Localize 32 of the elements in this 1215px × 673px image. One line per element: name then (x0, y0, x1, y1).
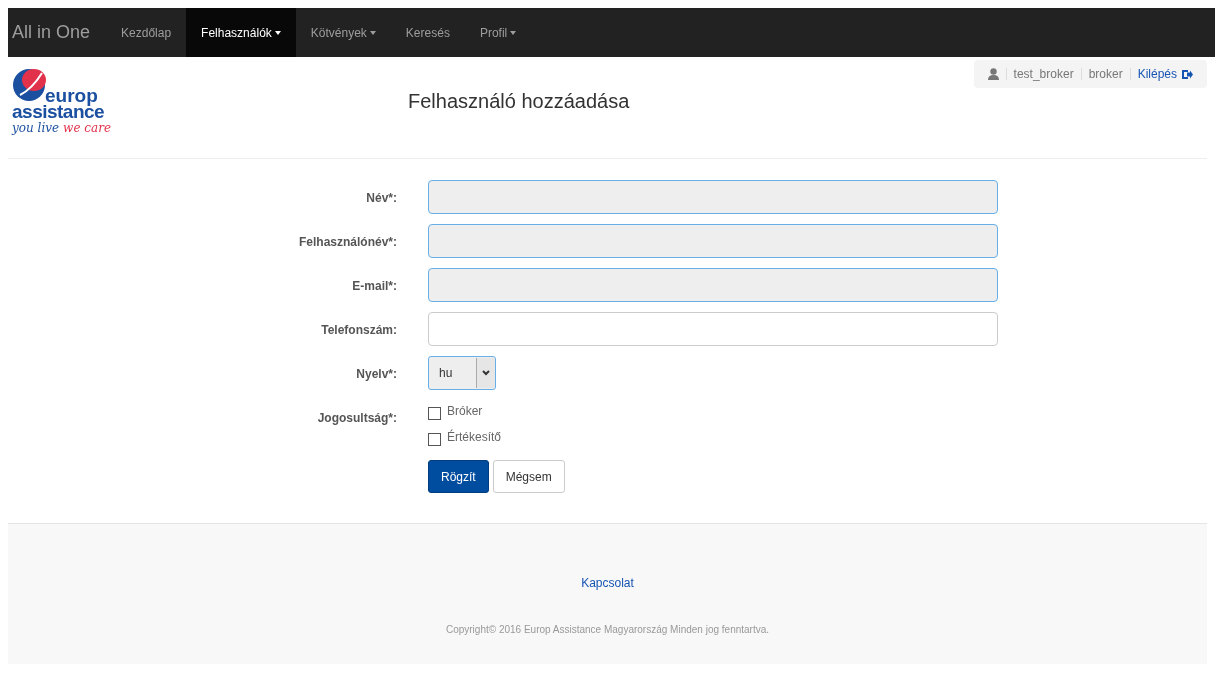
logout-link[interactable]: Kilépés (1137, 67, 1193, 81)
input-field[interactable] (428, 312, 998, 346)
field-label: E-mail*: (351, 278, 397, 295)
copyright-text: Copyright© 2016 Europ Assistance Magyarország Minden jog fenntartva. (445, 624, 770, 635)
checkbox-label: Bróker (447, 404, 483, 418)
nav-item[interactable]: Felhasználók (186, 8, 296, 57)
field-label: Jogosultság*: (316, 410, 397, 427)
logo-text: europ (45, 86, 98, 105)
field-label: Nyelv*: (355, 366, 397, 383)
nav-item[interactable]: Kezdőlap (106, 8, 187, 57)
app-brand[interactable]: All in One (8, 8, 107, 57)
checkbox-label: Értékesítő (447, 430, 502, 444)
checkbox[interactable] (428, 433, 441, 446)
chevron-down-icon (482, 370, 490, 376)
language-select[interactable]: hu (428, 356, 496, 390)
nav-item[interactable]: Kötvények (295, 8, 391, 57)
logout-icon (1181, 68, 1193, 80)
field-label: Telefonszám: (320, 322, 397, 339)
save-button[interactable]: Rögzít (428, 460, 489, 493)
username: test_broker (1013, 67, 1074, 81)
nav-item[interactable]: Profil (464, 8, 532, 57)
field-label: Név*: (365, 190, 397, 207)
page-title: Felhasználó hozzáadása (408, 90, 631, 113)
logo-tagline: you live (12, 121, 60, 135)
field-label: Felhasználónév*: (297, 234, 397, 251)
contact-link[interactable]: Kapcsolat (581, 576, 634, 590)
user-icon (987, 68, 999, 80)
cancel-button[interactable]: Mégsem (492, 460, 565, 493)
user-role: broker (1088, 67, 1123, 81)
checkbox[interactable] (428, 407, 441, 420)
nav-item[interactable]: Keresés (390, 8, 465, 57)
logo-tagline: we care (63, 121, 111, 135)
